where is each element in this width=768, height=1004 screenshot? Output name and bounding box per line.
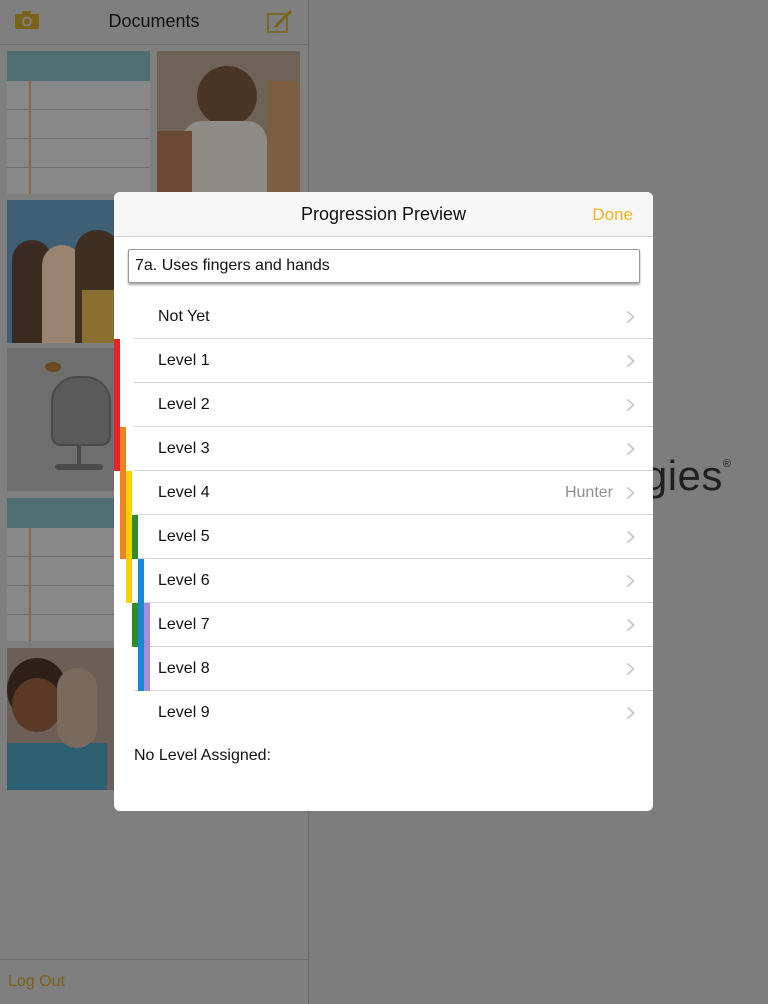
level-3-color-bar <box>120 427 126 471</box>
chevron-right-icon <box>626 618 635 632</box>
chevron-right-icon <box>626 486 635 500</box>
chevron-right-icon <box>626 354 635 368</box>
spreadsheet-thumbnail[interactable] <box>7 51 150 194</box>
row-label: Not Yet <box>158 308 210 325</box>
logout-button[interactable]: Log Out <box>8 973 65 991</box>
chevron-right-icon <box>626 662 635 676</box>
dialog-header: Progression Preview Done <box>114 192 653 237</box>
row-label: Level 1 <box>158 352 210 369</box>
compose-icon[interactable] <box>266 8 294 34</box>
objective-field[interactable]: 7a. Uses fingers and hands <box>128 249 640 283</box>
no-level-assigned-label: No Level Assigned: <box>134 747 271 764</box>
row-label: Level 2 <box>158 396 210 413</box>
progression-row[interactable]: Level 7 <box>114 603 653 647</box>
row-label: Level 9 <box>158 704 210 721</box>
chevron-right-icon <box>626 310 635 324</box>
dialog-title: Progression Preview <box>300 204 467 224</box>
progression-preview-dialog: Progression Preview Done 7a. Uses finger… <box>114 192 653 811</box>
objective-text: 7a. Uses fingers and hands <box>135 257 330 274</box>
row-label: Level 4 <box>158 484 210 501</box>
chevron-right-icon <box>626 442 635 456</box>
done-button[interactable]: Done <box>592 205 633 225</box>
level-1-color-bar <box>114 339 120 427</box>
chevron-right-icon <box>626 530 635 544</box>
progression-row[interactable]: Level 4 Hunter <box>114 471 653 515</box>
progression-row[interactable]: Level 1 <box>114 339 653 383</box>
photo-thumbnail-child-playing[interactable] <box>157 51 300 194</box>
progression-row[interactable]: Level 6 <box>114 559 653 603</box>
progression-row[interactable]: Level 5 <box>114 515 653 559</box>
row-label: Level 8 <box>158 660 210 677</box>
level-5-green-bar <box>132 515 138 559</box>
progression-row[interactable]: Level 9 <box>114 691 653 735</box>
progression-row[interactable]: Level 2 <box>114 383 653 427</box>
progression-row[interactable]: Level 3 <box>114 427 653 471</box>
sidebar-header: Documents <box>0 0 308 45</box>
row-detail: Hunter <box>564 484 613 501</box>
chevron-right-icon <box>626 706 635 720</box>
sidebar-title: Documents <box>108 11 200 31</box>
chevron-right-icon <box>626 574 635 588</box>
row-label: Level 5 <box>158 528 210 545</box>
logout-bar: Log Out <box>0 959 308 1004</box>
row-label: Level 6 <box>158 572 210 589</box>
level-3-red-bar <box>114 427 120 471</box>
row-label: Level 7 <box>158 616 210 633</box>
progression-row[interactable]: Not Yet <box>114 295 653 339</box>
level-7-purple-bar <box>144 603 150 691</box>
row-label: Level 3 <box>158 440 210 457</box>
progression-row[interactable]: Level 8 <box>114 647 653 691</box>
level-6-blue-bar <box>138 559 144 603</box>
chevron-right-icon <box>626 398 635 412</box>
